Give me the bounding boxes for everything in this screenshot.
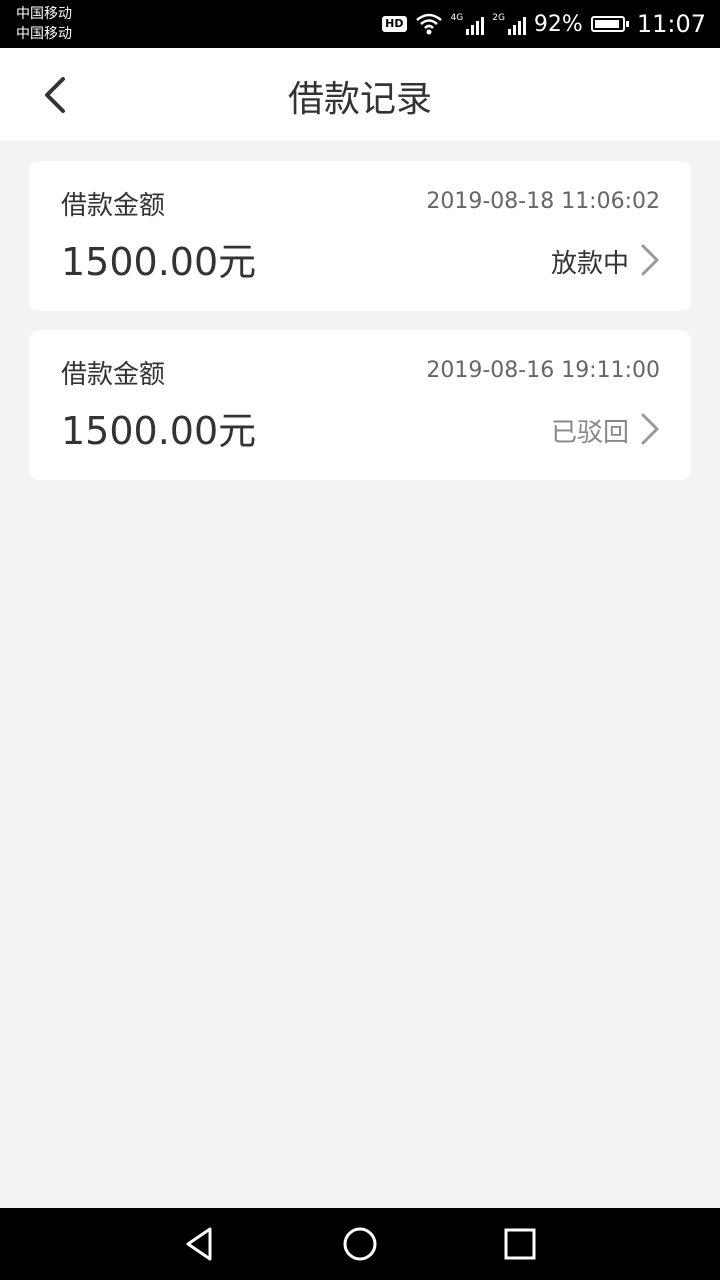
record-time: 2019-08-16 19:11:00	[426, 358, 660, 383]
app-header: 借款记录	[0, 48, 720, 141]
system-nav-bar	[0, 1208, 720, 1280]
nav-back-button[interactable]	[180, 1224, 220, 1264]
record-status: 放款中	[550, 249, 629, 279]
chevron-right-icon	[641, 413, 659, 445]
nav-home-button[interactable]	[340, 1224, 380, 1264]
status-bar: 中国移动 中国移动 HD 4G 2G 92% 11:07	[0, 0, 720, 48]
amount-label: 借款金额	[61, 360, 166, 390]
chevron-right-icon	[641, 244, 659, 276]
wifi-icon	[415, 13, 442, 35]
loan-amount: 1500.00元	[61, 240, 257, 284]
loan-record-card[interactable]: 借款金额 2019-08-16 19:11:00 1500.00元 已驳回	[29, 330, 691, 480]
loan-record-list: 借款金额 2019-08-18 11:06:02 1500.00元 放款中 借款…	[29, 161, 691, 499]
record-time: 2019-08-18 11:06:02	[426, 189, 660, 214]
battery-percent: 92%	[533, 11, 583, 37]
carrier-block: 中国移动 中国移动	[16, 4, 72, 44]
battery-icon	[590, 16, 629, 32]
carrier-label-1: 中国移动	[16, 6, 72, 22]
carrier-label-2: 中国移动	[16, 26, 72, 42]
hd-icon: HD	[382, 16, 407, 32]
clock: 11:07	[636, 10, 706, 38]
amount-label: 借款金额	[61, 191, 166, 221]
network-type-2: 2G	[492, 13, 505, 23]
status-icons: HD 4G 2G 92% 11:07	[382, 0, 706, 48]
network-type-1: 4G	[450, 13, 464, 23]
page-title: 借款记录	[287, 79, 432, 120]
triangle-back-icon	[186, 1227, 212, 1261]
loan-amount: 1500.00元	[61, 409, 257, 453]
signal-icon-1: 4G	[451, 13, 485, 35]
loan-record-card[interactable]: 借款金额 2019-08-18 11:06:02 1500.00元 放款中	[29, 161, 691, 311]
circle-home-icon	[343, 1227, 377, 1261]
square-recents-icon	[504, 1228, 536, 1260]
signal-icon-2: 2G	[492, 13, 526, 35]
record-status: 已驳回	[550, 418, 629, 448]
nav-recents-button[interactable]	[500, 1224, 540, 1264]
